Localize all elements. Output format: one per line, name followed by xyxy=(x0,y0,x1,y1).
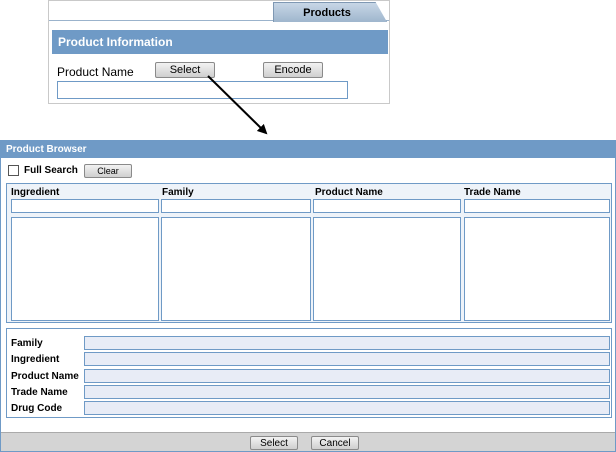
detail-label-family: Family xyxy=(11,338,43,349)
full-search-checkbox[interactable] xyxy=(8,165,19,176)
product-name-label: Product Name xyxy=(57,65,134,79)
detail-label-trade-name: Trade Name xyxy=(11,387,68,398)
clear-button[interactable]: Clear xyxy=(84,164,132,178)
detail-field-product-name xyxy=(84,369,610,383)
tab-strip: Products xyxy=(49,1,389,22)
detail-field-family xyxy=(84,336,610,350)
trade-name-list[interactable] xyxy=(464,217,610,321)
detail-field-ingredient xyxy=(84,352,610,366)
product-name-field[interactable] xyxy=(57,81,348,99)
detail-label-product-name: Product Name xyxy=(11,371,79,382)
product-select-button[interactable]: Select xyxy=(155,62,215,78)
tab-products[interactable]: Products xyxy=(273,2,387,22)
search-grid: Ingredient Family Product Name Trade Nam… xyxy=(6,183,612,323)
detail-label-ingredient: Ingredient xyxy=(11,354,60,365)
column-header-trade-name: Trade Name xyxy=(464,187,521,198)
product-browser-dialog: Product Browser Full Search Clear Ingred… xyxy=(0,140,616,452)
ingredient-list[interactable] xyxy=(11,217,159,321)
dialog-title: Product Browser xyxy=(1,141,615,158)
product-details-panel: Family Ingredient Product Name Trade Nam… xyxy=(6,328,612,418)
section-header-product-information: Product Information xyxy=(52,30,388,54)
product-name-filter-input[interactable] xyxy=(313,199,461,213)
family-list[interactable] xyxy=(161,217,311,321)
column-header-product-name: Product Name xyxy=(315,187,383,198)
dialog-footer: Select Cancel xyxy=(1,432,615,451)
dialog-cancel-button[interactable]: Cancel xyxy=(311,436,359,450)
trade-name-filter-input[interactable] xyxy=(464,199,610,213)
family-filter-input[interactable] xyxy=(161,199,311,213)
product-name-list[interactable] xyxy=(313,217,461,321)
detail-field-drug-code xyxy=(84,401,610,415)
dialog-select-button[interactable]: Select xyxy=(250,436,298,450)
ingredient-filter-input[interactable] xyxy=(11,199,159,213)
full-search-label: Full Search xyxy=(24,165,78,176)
detail-field-trade-name xyxy=(84,385,610,399)
product-encode-button[interactable]: Encode xyxy=(263,62,323,78)
column-header-family: Family xyxy=(162,187,194,198)
column-header-ingredient: Ingredient xyxy=(11,187,60,198)
detail-label-drug-code: Drug Code xyxy=(11,403,63,414)
product-information-panel: Products Product Information Product Nam… xyxy=(48,0,390,104)
